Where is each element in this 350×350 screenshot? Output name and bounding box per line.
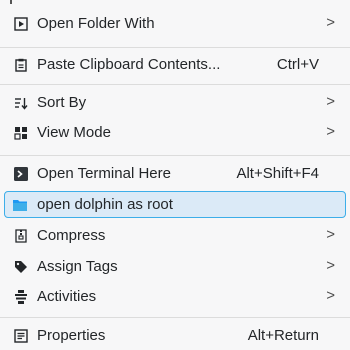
- menu-item-assign-tags[interactable]: Assign Tags >: [4, 253, 346, 280]
- sort-icon: [14, 96, 28, 110]
- menu-item-open-terminal[interactable]: Open Terminal Here Alt+Shift+F4: [4, 160, 346, 187]
- menu-item-paste[interactable]: Paste Clipboard Contents... Ctrl+V: [4, 51, 346, 78]
- view-mode-icon: [14, 126, 28, 140]
- menu-item-label: Open Terminal Here: [37, 165, 171, 182]
- menu-separator: [0, 47, 350, 48]
- menu-item-shortcut: Ctrl+V: [276, 56, 319, 73]
- menu-item-label: Properties: [37, 327, 106, 344]
- chevron-right-icon: >: [326, 93, 335, 110]
- chevron-right-icon: >: [326, 226, 335, 243]
- menu-item-label: Compress: [37, 227, 106, 244]
- terminal-icon: [14, 167, 28, 181]
- menu-item-open-folder-with[interactable]: Open Folder With >: [4, 10, 346, 37]
- menu-item-compress[interactable]: Compress >: [4, 222, 346, 249]
- chevron-right-icon: >: [326, 257, 335, 274]
- activities-icon: [14, 290, 28, 304]
- menu-separator: [0, 155, 350, 156]
- menu-item-shortcut: Alt+Shift+F4: [236, 165, 319, 182]
- chevron-right-icon: >: [326, 287, 335, 304]
- context-menu: Open Folder With > Paste Clipboard Conte…: [0, 0, 350, 350]
- chevron-right-icon: >: [326, 14, 335, 31]
- menu-item-open-dolphin-as-root[interactable]: open dolphin as root: [4, 191, 346, 218]
- menu-item-activities[interactable]: Activities >: [4, 283, 346, 310]
- compress-icon: [14, 229, 28, 243]
- menu-separator: [0, 317, 350, 318]
- paste-icon: [14, 58, 28, 72]
- menu-item-label: Activities: [37, 288, 97, 305]
- menu-item-view-mode[interactable]: View Mode >: [4, 119, 346, 146]
- menu-item-properties[interactable]: Properties Alt+Return: [4, 322, 346, 349]
- menu-item-label: open dolphin as root: [37, 196, 173, 213]
- menu-item-shortcut: Alt+Return: [247, 327, 319, 344]
- chevron-right-icon: >: [326, 123, 335, 140]
- menu-top-edge: [10, 0, 12, 4]
- menu-item-label: Paste Clipboard Contents...: [37, 56, 221, 73]
- open-with-icon: [14, 17, 28, 31]
- properties-icon: [14, 329, 28, 343]
- menu-item-sort-by[interactable]: Sort By >: [4, 89, 346, 116]
- menu-item-label: Assign Tags: [37, 258, 118, 275]
- folder-icon: [13, 198, 27, 212]
- tag-icon: [14, 260, 28, 274]
- menu-item-label: View Mode: [37, 124, 111, 141]
- menu-separator: [0, 84, 350, 85]
- menu-item-label: Sort By: [37, 94, 87, 111]
- menu-item-label: Open Folder With: [37, 15, 155, 32]
